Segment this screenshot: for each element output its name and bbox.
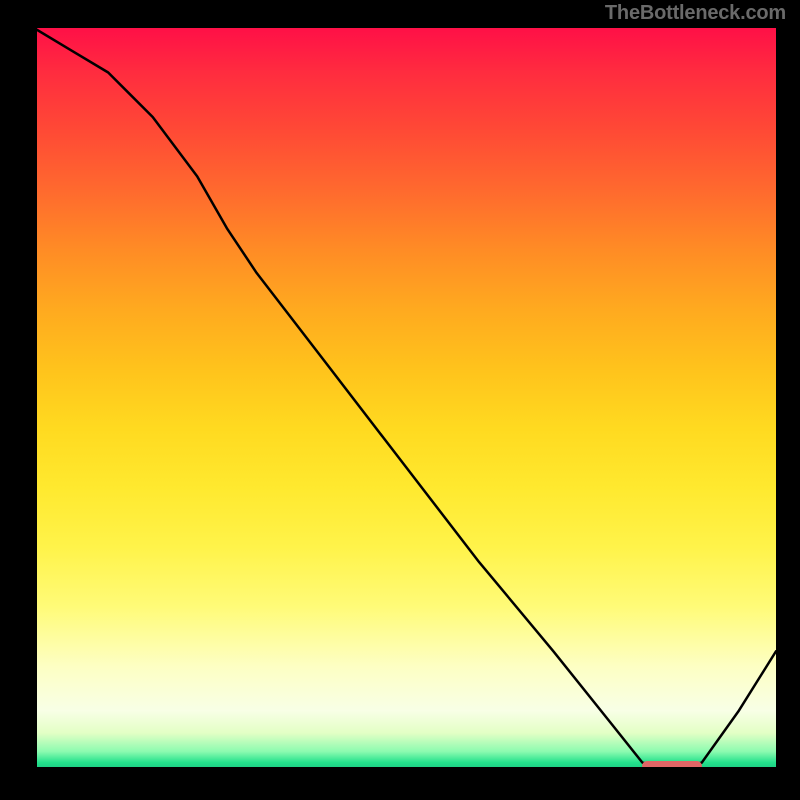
chart-root: TheBottleneck.com (0, 0, 800, 800)
plot-area (34, 28, 776, 770)
attribution-text: TheBottleneck.com (605, 2, 786, 25)
optimal-range-marker (642, 761, 701, 770)
bottleneck-curve (34, 28, 776, 770)
